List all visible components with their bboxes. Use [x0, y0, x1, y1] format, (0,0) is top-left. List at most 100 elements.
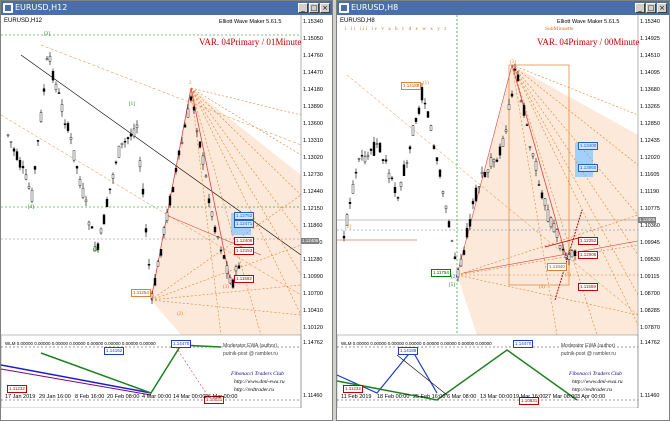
candle-body [159, 249, 163, 256]
wave-label: (5) [565, 273, 571, 278]
candle-body [516, 74, 520, 81]
candle-body [345, 214, 349, 226]
price-axis-tick: 1.09530 [640, 257, 660, 263]
time-axis-label: 13 Mar 00:00 [480, 394, 513, 400]
candle-body [33, 166, 37, 170]
price-box: 1.12153 [234, 247, 255, 255]
candle-body [420, 87, 424, 101]
price-axis-tick: 1.11860 [303, 223, 323, 229]
candle-body [369, 148, 373, 151]
candle-body [171, 186, 175, 192]
candle-body [495, 159, 499, 162]
candle-body [69, 137, 73, 140]
price-axis-tick: 1.09945 [640, 240, 660, 246]
chart-window-eurusd-h12[interactable]: EURUSD,H12 _ □ × EURUSD,H12 Elliott Wave M… [0, 0, 333, 421]
candle-body [471, 200, 475, 205]
club-url[interactable]: http://redtrader.ru [234, 387, 274, 393]
candle-body [492, 159, 496, 163]
minimize-button[interactable]: _ [298, 3, 308, 13]
candle-body [237, 265, 241, 269]
wave-label: [4] [28, 205, 34, 210]
minimize-button[interactable]: _ [635, 3, 645, 13]
club-url[interactable]: http://www.dmi-ewa.ru [572, 379, 623, 385]
price-axis-tick: 1.13020 [303, 155, 323, 161]
author-watermark: Moderator EWA (author) [561, 343, 616, 349]
close-button[interactable]: × [320, 3, 330, 13]
candle-body [510, 93, 514, 97]
price-axis-tick: 1.13680 [640, 87, 660, 93]
price-chart-canvas[interactable] [337, 15, 670, 408]
candle-body [480, 172, 484, 175]
candle-body [165, 212, 169, 221]
club-url[interactable]: http://www.dmi-ewa.ru [234, 379, 285, 385]
candle-body [183, 124, 187, 128]
candle-body [30, 190, 34, 202]
candle-body [219, 249, 223, 252]
candle-body [108, 188, 112, 191]
candle-body [450, 240, 454, 242]
candle-body [375, 143, 379, 145]
price-axis-tick: 1.10120 [303, 325, 323, 331]
wave-label: (4) [539, 285, 545, 290]
price-axis-tick: 1.11190 [640, 189, 660, 195]
candle-body [222, 255, 226, 259]
window-titlebar[interactable]: EURUSD,H12 _ □ × [1, 1, 332, 15]
maximize-button[interactable]: □ [309, 3, 319, 13]
price-axis-tick: 1.10990 [303, 274, 323, 280]
sub-price-box: 1.14470 [171, 340, 192, 348]
candle-body [174, 168, 178, 172]
author-email: putnik-post @ rambler.ru [223, 351, 278, 357]
wave-label: (2) [451, 275, 457, 280]
candle-body [90, 226, 94, 229]
candle-body [435, 157, 439, 161]
price-axis-tick: 1.12850 [640, 121, 660, 127]
window-titlebar[interactable]: EURUSD,H8 _ □ × [337, 1, 669, 15]
candle-body [456, 269, 460, 278]
candle-body [363, 156, 367, 163]
candle-body [399, 182, 403, 187]
time-axis-label: 18 Feb 00:00 [377, 394, 410, 400]
candle-body [162, 227, 166, 235]
candle-body [9, 141, 13, 143]
maximize-button[interactable]: □ [646, 3, 656, 13]
candle-body [501, 138, 505, 147]
window-controls: _ □ × [634, 3, 667, 13]
price-axis-tick: 1.12435 [640, 138, 660, 144]
window-title: EURUSD,H8 [351, 3, 399, 12]
price-axis-tick: 1.10360 [640, 223, 660, 229]
candle-body [357, 158, 361, 160]
candle-body [12, 148, 16, 152]
chart-area[interactable]: EURUSD,H12 Elliott Wave Maker 5.61.5 VAR… [1, 15, 332, 408]
candle-body [201, 155, 205, 165]
candle-body [75, 165, 79, 169]
price-box: 1.12408 [234, 237, 255, 245]
candle-body [48, 55, 52, 62]
candle-body [141, 188, 145, 195]
price-box: 1.12006 [578, 251, 599, 259]
price-axis-tick: 1.09115 [640, 274, 660, 280]
wave-label: (2) [177, 312, 183, 317]
price-axis-tick: 1.11280 [303, 257, 323, 263]
candle-body [564, 255, 568, 258]
chart-window-eurusd-h8[interactable]: EURUSD,H8 _ □ × EURUSD,H8 Elliott Wave Mak… [336, 0, 670, 421]
chart-window-icon [339, 3, 349, 13]
candle-body [204, 175, 208, 178]
close-button[interactable]: × [657, 3, 667, 13]
price-chart-canvas[interactable] [1, 15, 333, 408]
wave-label: 1 [151, 296, 154, 301]
candle-body [414, 117, 418, 122]
price-axis-tick: 1.10410 [303, 308, 323, 314]
price-axis-tick: 1.14925 [640, 36, 660, 42]
club-url[interactable]: http://redtrader.ru [572, 387, 612, 393]
candle-body [144, 228, 148, 233]
candle-body [21, 166, 25, 169]
chart-area[interactable]: EURUSD,H8 Elliott Wave Maker 5.61.5 i ii… [337, 15, 669, 408]
price-box: 1.13060 [578, 164, 599, 172]
price-axis-tick: 1.15340 [303, 19, 323, 25]
candle-body [411, 125, 415, 136]
sub-price-box: 1.14470 [513, 340, 534, 348]
price-axis-tick: 1.12020 [640, 155, 660, 161]
price-axis-tick: 1.15340 [640, 19, 660, 25]
candle-body [417, 107, 421, 114]
candle-body [384, 159, 388, 162]
